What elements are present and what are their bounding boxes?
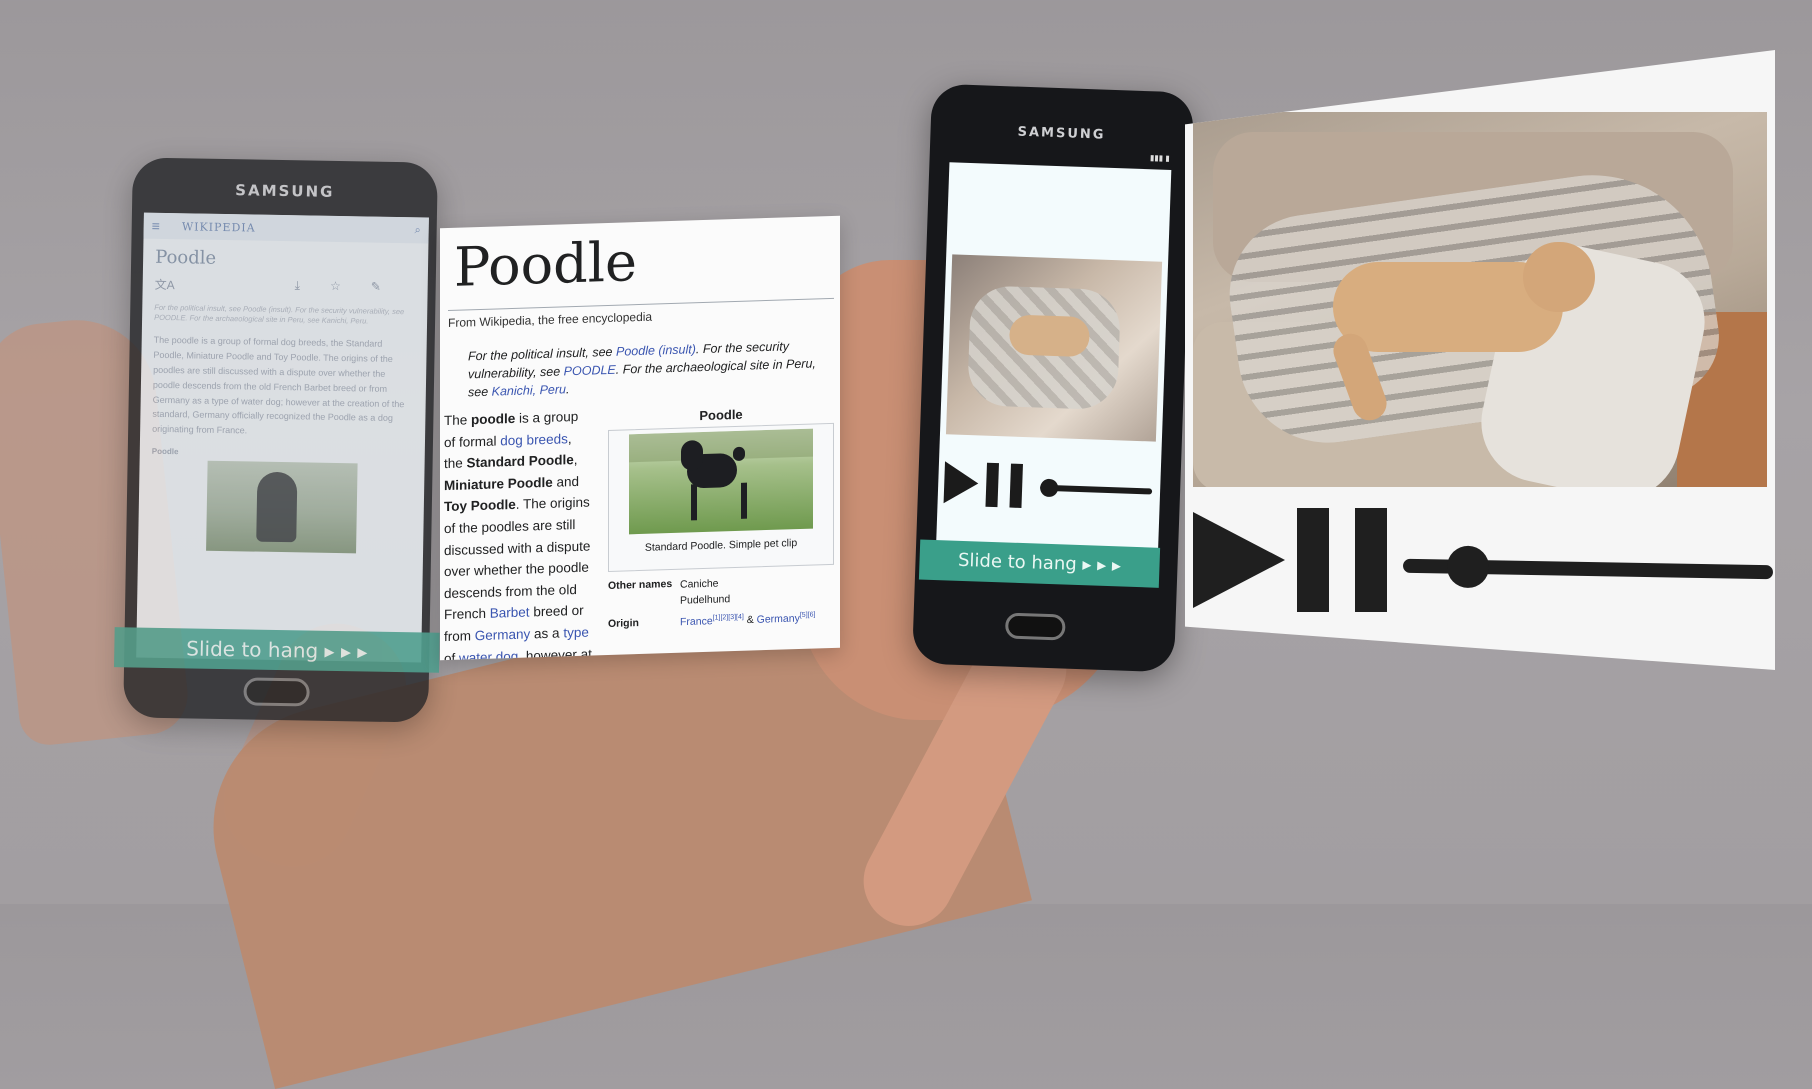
link-type[interactable]: type [563, 625, 589, 641]
body-text: , [573, 452, 578, 468]
seek-knob[interactable] [1039, 478, 1059, 498]
poodle-silhouette [255, 471, 297, 543]
body-text: as a [530, 625, 564, 642]
pause-bar [985, 462, 999, 508]
seek-slider[interactable] [1402, 545, 1774, 589]
brand-label: SAMSUNG [1017, 124, 1106, 143]
link-barbet[interactable]: Barbet [490, 605, 530, 621]
slide-to-hang[interactable]: Slide to hang ▸ ▸ ▸ [918, 539, 1161, 588]
body-bold: Toy Poodle [444, 497, 516, 515]
link-poodle-vuln[interactable]: POODLE [564, 363, 616, 379]
wiki-hatnote: For the political insult, see Poodle (in… [468, 336, 832, 402]
left-phone-screen: ≡ WIKIPEDIA ⌕ Poodle 文A ⤓ ☆ ✎ For the po… [136, 212, 429, 663]
search-icon[interactable]: ⌕ [414, 224, 420, 237]
center-phone-screen [935, 162, 1172, 582]
pause-icon[interactable] [985, 462, 1031, 509]
infobox-row: Other names Caniche Pudelhund [608, 573, 834, 612]
video-card [1185, 50, 1775, 670]
hatnote-text: . [566, 382, 570, 397]
link-dog-breeds[interactable]: dog breeds [500, 431, 568, 448]
brand-label: SAMSUNG [235, 181, 335, 201]
left-phone: SAMSUNG ≡ WIKIPEDIA ⌕ Poodle 文A ⤓ ☆ ✎ Fo… [114, 157, 440, 723]
video-thumbnail[interactable] [945, 254, 1163, 442]
home-button[interactable] [243, 677, 310, 707]
infobox-row-label: Other names [608, 577, 673, 593]
play-icon[interactable] [943, 461, 980, 505]
link-kanichi-peru[interactable]: Kanichi, Peru [492, 383, 566, 399]
seek-knob[interactable] [1446, 545, 1490, 589]
infobox: Poodle Standard Poodle. Simple pet clip … [608, 404, 834, 651]
dog-head [1523, 242, 1595, 312]
body-bold: Standard Poodle [466, 452, 574, 471]
body-text: and [552, 473, 580, 490]
infobox-row-value: France[1][2][3][4] & Germany[5][6] [680, 611, 815, 628]
ref-links[interactable]: [1][2][3][4] [713, 613, 744, 621]
infobox-row-value: Caniche Pudelhund [680, 577, 731, 607]
wiki-title: Poodle [454, 230, 637, 299]
infobox-caption: Standard Poodle. Simple pet clip [644, 537, 798, 554]
center-phone: SAMSUNG ▮▮▮ ▮ Slide to hang ▸ ▸ ▸ [911, 83, 1195, 673]
menu-icon[interactable]: ≡ [152, 218, 160, 234]
and-text: & [743, 613, 757, 626]
player-controls [943, 457, 1155, 514]
slide-to-hang[interactable]: Slide to hang ▸ ▸ ▸ [114, 627, 440, 673]
seek-slider[interactable] [1039, 478, 1153, 498]
infobox-row: Origin France[1][2][3][4] & Germany[5][6… [608, 610, 834, 630]
translate-icon[interactable]: 文A [155, 276, 175, 293]
infobox-frame: Standard Poodle. Simple pet clip [608, 422, 834, 573]
player-controls [1185, 500, 1775, 640]
pause-bar [1297, 508, 1329, 612]
infobox-image [205, 460, 358, 554]
infobox-photo[interactable] [629, 428, 813, 535]
pause-bar [1355, 508, 1387, 612]
hatnote-text: For the political insult, see [468, 344, 616, 364]
pause-icon[interactable] [1297, 508, 1389, 612]
wikipedia-card: Poodle From Wikipedia, the free encyclop… [440, 215, 840, 661]
dog-figure [1008, 314, 1091, 358]
link-germany-origin[interactable]: Germany [757, 612, 800, 625]
download-icon[interactable]: ⤓ [295, 278, 301, 295]
home-button[interactable] [1004, 612, 1066, 641]
edit-icon[interactable]: ✎ [371, 280, 381, 297]
poodle-head [681, 440, 703, 471]
ref-links[interactable]: [5][6] [800, 611, 816, 618]
wiki-tagline: From Wikipedia, the free encyclopedia [448, 309, 653, 331]
poodle-legs [691, 482, 747, 521]
link-poodle-insult[interactable]: Poodle (insult) [616, 342, 696, 359]
page-title: Poodle [154, 246, 217, 269]
pause-bar [1009, 463, 1023, 508]
body-bold: Miniature Poodle [444, 474, 553, 493]
body-bold: poodle [471, 410, 516, 428]
infobox-title: Poodle [699, 406, 743, 424]
video-frame[interactable] [1193, 112, 1767, 487]
app-name: WIKIPEDIA [181, 219, 256, 235]
link-germany[interactable]: Germany [475, 626, 531, 643]
play-icon[interactable] [1193, 512, 1285, 608]
infobox-row-label: Origin [608, 616, 639, 630]
body-text: The [444, 412, 472, 429]
body-text: of [444, 650, 460, 661]
link-france[interactable]: France [680, 615, 713, 628]
poodle-tail [733, 446, 745, 462]
article-body: The poodle is a group of formal dog bree… [152, 335, 405, 436]
star-icon[interactable]: ☆ [330, 279, 341, 296]
wiki-body: The poodle is a group of formal dog bree… [444, 406, 592, 661]
